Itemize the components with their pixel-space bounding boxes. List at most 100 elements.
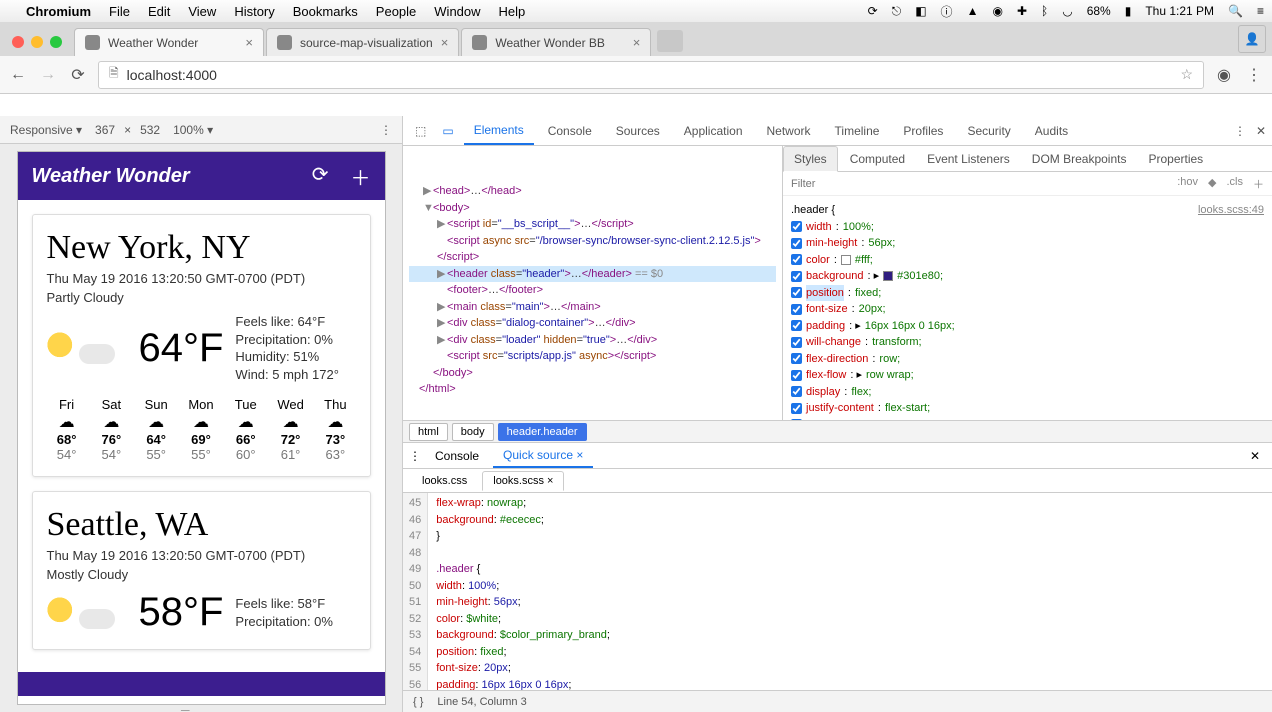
code-line[interactable]: background: #ececec; [436, 512, 715, 529]
code-line[interactable]: min-height: 56px; [436, 594, 715, 611]
css-declaration[interactable]: background: ▸ #301e80; [791, 268, 1264, 285]
line-number[interactable]: 46 [409, 512, 421, 529]
browser-tab[interactable]: Weather Wonder × [74, 28, 264, 56]
code-line[interactable]: flex-wrap: nowrap; [436, 495, 715, 512]
tab-close-icon[interactable]: × [633, 35, 641, 50]
window-close-button[interactable] [12, 36, 24, 48]
styles-tab[interactable]: Properties [1138, 147, 1213, 171]
code-line[interactable]: } [436, 528, 715, 545]
toggle-device-button[interactable]: ▭ [436, 120, 459, 142]
code-line[interactable]: padding: 16px 16px 0 16px; [436, 677, 715, 691]
code-line[interactable]: width: 100%; [436, 578, 715, 595]
device-width-input[interactable]: 367 [90, 123, 120, 137]
drawer-tab[interactable]: Console [425, 445, 489, 467]
code-line[interactable]: .header { [436, 561, 715, 578]
cls-toggle[interactable]: .cls [1227, 176, 1244, 192]
source-link[interactable]: looks.scss:49 [1198, 202, 1264, 219]
line-number[interactable]: 48 [409, 545, 421, 562]
hov-toggle[interactable]: :hov [1177, 176, 1198, 192]
breadcrumb-item[interactable]: body [452, 423, 494, 441]
css-declaration[interactable]: min-height: 56px; [791, 235, 1264, 252]
device-dropdown[interactable]: Responsive ▾ [10, 123, 82, 137]
styles-tab[interactable]: Styles [783, 146, 838, 172]
css-toggle-checkbox[interactable] [791, 337, 802, 348]
line-number[interactable]: 54 [409, 644, 421, 661]
spotlight-icon[interactable]: 🔍 [1228, 4, 1243, 18]
dom-node[interactable] [409, 167, 776, 184]
browser-tab[interactable]: source-map-visualization × [266, 28, 459, 56]
window-minimize-button[interactable] [31, 36, 43, 48]
dom-node[interactable]: ▶<header class="header">…</header> == $0 [409, 266, 776, 283]
status-icon[interactable]: ✚ [1017, 4, 1027, 18]
devtools-panel-tab[interactable]: Audits [1025, 118, 1078, 144]
extension-icon[interactable]: ◉ [1214, 65, 1234, 85]
code-line[interactable]: position: fixed; [436, 644, 715, 661]
code-line[interactable]: background: $color_primary_brand; [436, 627, 715, 644]
file-tab[interactable]: looks.css [411, 471, 478, 491]
tab-close-icon[interactable]: × [245, 35, 253, 50]
css-toggle-checkbox[interactable] [791, 271, 802, 282]
site-info-icon[interactable]: 🗎 [109, 64, 119, 85]
bluetooth-icon[interactable]: ᛒ [1041, 4, 1048, 18]
menu-item[interactable]: Edit [148, 4, 170, 19]
devtools-panel-tab[interactable]: Security [957, 118, 1020, 144]
dom-node[interactable]: </html> [409, 381, 776, 398]
refresh-icon[interactable]: ⟳ [312, 162, 329, 191]
dom-node[interactable]: ▼<body> [409, 200, 776, 217]
status-icon[interactable]: ◧ [915, 4, 926, 18]
app-name[interactable]: Chromium [26, 4, 91, 19]
styles-tab[interactable]: DOM Breakpoints [1022, 147, 1137, 171]
dom-node[interactable]: ▶<head>…</head> [409, 183, 776, 200]
css-toggle-checkbox[interactable] [791, 238, 802, 249]
styles-filter-input[interactable] [791, 178, 1167, 190]
file-tab[interactable]: looks.scss × [482, 471, 564, 491]
css-toggle-checkbox[interactable] [791, 221, 802, 232]
dom-node[interactable]: <script src="scripts/app.js" async></scr… [409, 348, 776, 365]
add-icon[interactable]: ＋ [351, 162, 371, 191]
line-number[interactable]: 47 [409, 528, 421, 545]
status-icon[interactable]: ⎋ [892, 4, 902, 19]
code-line[interactable] [436, 545, 715, 562]
new-tab-button[interactable] [657, 30, 683, 52]
code-line[interactable]: font-size: 20px; [436, 660, 715, 677]
line-number[interactable]: 49 [409, 561, 421, 578]
line-number[interactable]: 52 [409, 611, 421, 628]
close-icon[interactable]: × [576, 448, 583, 462]
dom-node[interactable]: </body> [409, 365, 776, 382]
notification-center-icon[interactable]: ≡ [1257, 4, 1264, 18]
tab-close-icon[interactable]: × [441, 35, 449, 50]
inspect-element-button[interactable]: ⬚ [409, 120, 432, 142]
menu-item[interactable]: View [188, 4, 216, 19]
devtools-panel-tab[interactable]: Console [538, 118, 602, 144]
chrome-menu-button[interactable]: ⋮ [1244, 65, 1264, 85]
device-options-button[interactable]: ⋮ [380, 123, 392, 137]
breadcrumb-item[interactable]: html [409, 423, 448, 441]
elements-tree[interactable]: ▶<head>…</head> ▼<body> ▶<script id="__b… [403, 146, 783, 420]
css-toggle-checkbox[interactable] [791, 320, 802, 331]
css-declaration[interactable]: color: #fff; [791, 252, 1264, 269]
reload-button[interactable]: ⟳ [68, 65, 88, 85]
dom-node[interactable] [409, 150, 776, 167]
status-icon[interactable]: ⓘ [941, 3, 953, 20]
resize-handle-icon[interactable]: ═ [181, 704, 221, 712]
wifi-icon[interactable]: ◡ [1062, 4, 1072, 18]
css-declaration[interactable]: font-size: 20px; [791, 301, 1264, 318]
dom-node[interactable]: ▶<div class="dialog-container">…</div> [409, 315, 776, 332]
clock[interactable]: Thu 1:21 PM [1145, 4, 1214, 18]
drawer-menu-button[interactable]: ⋮ [409, 449, 421, 463]
omnibox[interactable]: 🗎 localhost:4000 ☆ [98, 61, 1204, 89]
line-number[interactable]: 45 [409, 495, 421, 512]
css-declaration[interactable]: padding: ▸ 16px 16px 0 16px; [791, 318, 1264, 335]
css-declaration[interactable]: flex-flow: ▸ row wrap; [791, 367, 1264, 384]
bookmark-star-icon[interactable]: ☆ [1180, 66, 1193, 83]
line-number[interactable]: 53 [409, 627, 421, 644]
css-toggle-checkbox[interactable] [791, 353, 802, 364]
device-height-input[interactable]: 532 [135, 123, 165, 137]
dom-node[interactable]: <script async src="/browser-sync/browser… [409, 233, 776, 266]
styles-tab[interactable]: Computed [840, 147, 915, 171]
window-maximize-button[interactable] [50, 36, 62, 48]
drawer-tab[interactable]: Quick source × [493, 444, 593, 468]
browser-tab[interactable]: Weather Wonder BB × [461, 28, 651, 56]
css-declaration[interactable]: position: fixed; [791, 285, 1264, 302]
css-declaration[interactable]: will-change: transform; [791, 334, 1264, 351]
